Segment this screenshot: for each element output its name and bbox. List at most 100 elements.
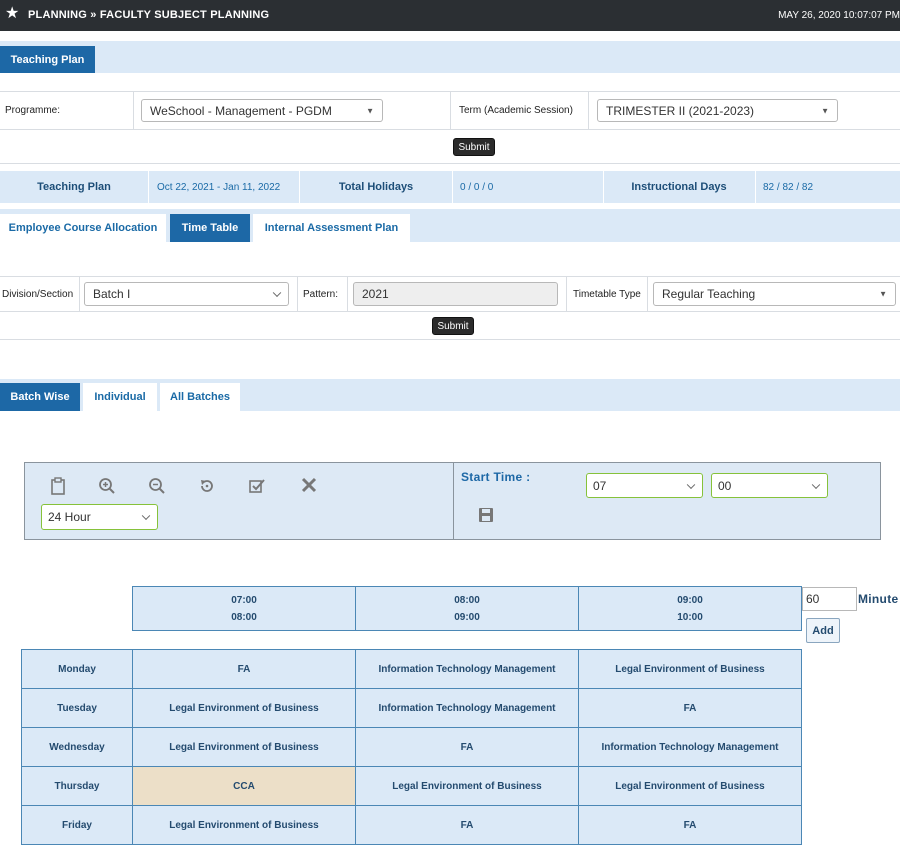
start-hour-select[interactable]: 07: [586, 473, 703, 498]
tab-teaching-plan[interactable]: Teaching Plan: [0, 46, 95, 73]
slot-start: 09:00: [677, 594, 703, 606]
slot-end: 10:00: [677, 611, 703, 623]
timetable-cell[interactable]: FA: [355, 727, 579, 767]
hour-format-select[interactable]: 24 Hour: [41, 504, 158, 530]
save-icon[interactable]: [476, 507, 496, 528]
tab-individual[interactable]: Individual: [83, 383, 157, 411]
view-tab-strip: Batch Wise Individual All Batches: [0, 379, 900, 411]
minutes-label: Minute: [858, 592, 899, 606]
divider: [755, 171, 756, 203]
day-label: Thursday: [21, 766, 133, 806]
timetable-type-label: Timetable Type: [573, 289, 641, 300]
chevron-down-icon: [272, 288, 282, 298]
timetable-cell[interactable]: FA: [578, 805, 802, 845]
divider: [588, 91, 589, 129]
zoom-in-icon[interactable]: [97, 477, 117, 500]
chevron-down-icon: [686, 480, 696, 489]
timetable-cell[interactable]: Information Technology Management: [355, 649, 579, 689]
day-label: Tuesday: [21, 688, 133, 728]
day-label: Wednesday: [21, 727, 133, 767]
reset-icon[interactable]: [197, 477, 217, 500]
timetable-cell[interactable]: Legal Environment of Business: [132, 805, 356, 845]
divider: [347, 276, 348, 311]
minutes-input[interactable]: 60: [802, 587, 857, 611]
timetable-cell[interactable]: FA: [355, 805, 579, 845]
holidays-value: 0 / 0 / 0: [460, 181, 494, 193]
divider: [0, 339, 900, 340]
term-value: TRIMESTER II (2021-2023): [606, 103, 755, 118]
timetable-cell[interactable]: Legal Environment of Business: [578, 649, 802, 689]
divider: [133, 91, 134, 129]
programme-value: WeSchool - Management - PGDM: [150, 103, 332, 118]
tab-time-table[interactable]: Time Table: [170, 214, 250, 242]
instructional-days-value: 82 / 82 / 82: [763, 181, 814, 193]
tab-batch-wise[interactable]: Batch Wise: [0, 383, 80, 411]
teaching-plan-label: Teaching Plan: [37, 181, 111, 193]
submit-button[interactable]: Submit: [453, 138, 495, 156]
divider: [148, 171, 149, 203]
timetable-cell[interactable]: Legal Environment of Business: [355, 766, 579, 806]
timetable-cell[interactable]: Legal Environment of Business: [578, 766, 802, 806]
close-icon[interactable]: [298, 476, 320, 499]
tab-internal-assessment-plan[interactable]: Internal Assessment Plan: [253, 214, 410, 242]
teaching-plan-strip: Teaching Plan: [0, 41, 900, 73]
pattern-field: 2021: [353, 282, 558, 306]
datetime: MAY 26, 2020 10:07:07 PM: [778, 10, 900, 21]
timetable-submit-button[interactable]: Submit: [432, 317, 474, 335]
slot-start: 08:00: [454, 594, 480, 606]
breadcrumb: PLANNING » FACULTY SUBJECT PLANNING: [28, 9, 270, 21]
tab-all-batches[interactable]: All Batches: [160, 383, 240, 411]
time-slot-header: 09:00 10:00: [578, 586, 802, 631]
divider: [79, 276, 80, 311]
term-select[interactable]: TRIMESTER II (2021-2023) ▼: [597, 99, 838, 122]
slot-end: 08:00: [231, 611, 257, 623]
timetable-cell[interactable]: CCA: [132, 766, 356, 806]
hour-format-value: 24 Hour: [48, 510, 91, 524]
timetable-cell[interactable]: FA: [132, 649, 356, 689]
instructional-days-label: Instructional Days: [631, 181, 727, 193]
timetable-cell[interactable]: Legal Environment of Business: [132, 727, 356, 767]
divider: [0, 163, 900, 164]
term-label: Term (Academic Session): [459, 105, 573, 116]
divider: [450, 91, 451, 129]
day-label: Monday: [21, 649, 133, 689]
pattern-value: 2021: [362, 287, 389, 301]
clipboard-icon[interactable]: [48, 477, 68, 500]
add-button[interactable]: Add: [806, 618, 840, 643]
programme-label: Programme:: [5, 105, 61, 116]
divider: [453, 463, 454, 539]
holidays-label: Total Holidays: [338, 181, 414, 193]
timetable-cell[interactable]: Legal Environment of Business: [132, 688, 356, 728]
check-square-icon[interactable]: [247, 477, 267, 500]
teaching-plan-range: Oct 22, 2021 - Jan 11, 2022: [157, 181, 281, 193]
division-select[interactable]: Batch I: [84, 282, 289, 306]
timetable-type-value: Regular Teaching: [662, 287, 756, 301]
divider: [647, 276, 648, 311]
timetable-toolbar: 24 Hour Start Time : 07 00: [24, 462, 881, 540]
chevron-down-icon: [141, 511, 151, 521]
summary-row: Teaching Plan Oct 22, 2021 - Jan 11, 202…: [0, 171, 900, 203]
division-label: Division/Section: [2, 289, 74, 300]
day-label: Friday: [21, 805, 133, 845]
star-icon[interactable]: ★: [5, 5, 19, 23]
start-hour-value: 07: [593, 478, 607, 493]
top-bar: ★ PLANNING » FACULTY SUBJECT PLANNING MA…: [0, 0, 900, 31]
timetable-cell[interactable]: Information Technology Management: [355, 688, 579, 728]
pattern-label: Pattern:: [303, 289, 339, 300]
start-minute-select[interactable]: 00: [711, 473, 828, 498]
caret-down-icon: ▼: [879, 289, 887, 299]
chevron-down-icon: [811, 480, 821, 489]
divider: [297, 276, 298, 311]
timetable-cell[interactable]: Information Technology Management: [578, 727, 802, 767]
tab-employee-course-allocation[interactable]: Employee Course Allocation: [0, 214, 166, 242]
programme-select[interactable]: WeSchool - Management - PGDM ▼: [141, 99, 383, 122]
timetable-type-select[interactable]: Regular Teaching ▼: [653, 282, 896, 306]
timetable-cell[interactable]: FA: [578, 688, 802, 728]
caret-down-icon: ▼: [366, 106, 374, 115]
slot-end: 09:00: [454, 611, 480, 623]
zoom-out-icon[interactable]: [147, 477, 167, 500]
divider: [0, 129, 900, 130]
slot-start: 07:00: [231, 594, 257, 606]
division-value: Batch I: [93, 287, 131, 301]
time-slot-header: 08:00 09:00: [355, 586, 579, 631]
